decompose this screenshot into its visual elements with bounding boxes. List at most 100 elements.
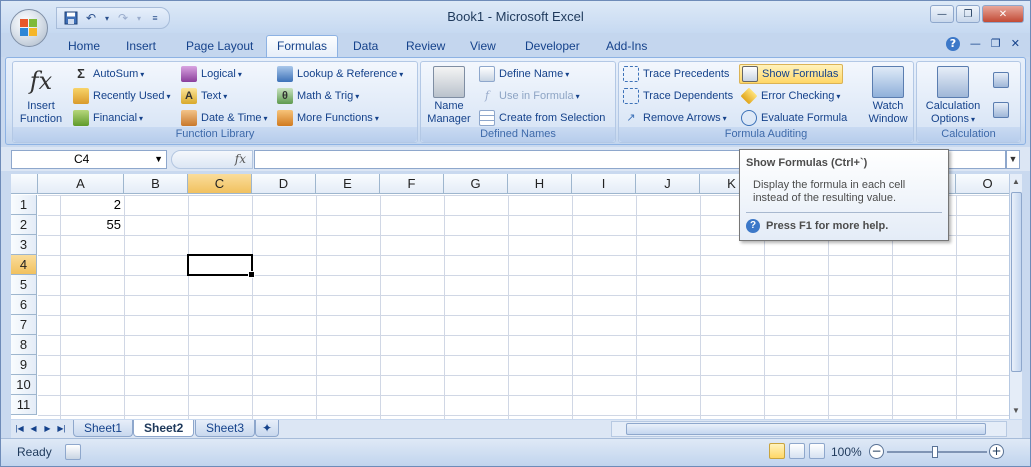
tab-insert[interactable]: Insert	[126, 36, 156, 57]
row-header-2[interactable]: 2	[11, 215, 37, 235]
zoom-slider[interactable]	[887, 446, 987, 458]
office-button[interactable]	[10, 9, 48, 47]
insert-function-button[interactable]: fx Insert Function	[15, 66, 67, 126]
use-in-formula-button[interactable]: f Use in Formula	[479, 86, 580, 106]
calculation-options-button[interactable]: Calculation Options	[919, 66, 987, 126]
function-library-label: Function Library	[13, 127, 417, 142]
workbook-close-button[interactable]: ✕	[1011, 37, 1020, 51]
zoom-slider-knob[interactable]	[932, 446, 938, 458]
financial-button[interactable]: Financial	[73, 108, 143, 128]
row-header-6[interactable]: 6	[11, 295, 37, 315]
calculation-options-label: Calculation Options	[919, 100, 987, 126]
workbook-minimize-button[interactable]: —	[970, 37, 981, 51]
lookup-reference-button[interactable]: Lookup & Reference	[277, 64, 403, 84]
first-sheet-icon[interactable]: |◀	[13, 422, 26, 436]
name-manager-button[interactable]: Name Manager	[423, 66, 475, 126]
vertical-scroll-thumb[interactable]	[1011, 192, 1022, 372]
calculate-now-icon[interactable]	[993, 72, 1009, 88]
page-break-preview-icon[interactable]	[809, 443, 825, 459]
row-header-3[interactable]: 3	[11, 235, 37, 255]
row-header-1[interactable]: 1	[11, 195, 37, 215]
help-icon[interactable]: ?	[945, 37, 960, 51]
name-box[interactable]: C4 ▼	[11, 150, 167, 169]
tab-data[interactable]: Data	[353, 36, 378, 57]
define-name-button[interactable]: Define Name	[479, 64, 569, 84]
column-header-B[interactable]: B	[124, 174, 188, 194]
horizontal-scrollbar[interactable]	[611, 421, 1007, 437]
column-header-F[interactable]: F	[380, 174, 444, 194]
zoom-in-icon[interactable]: +	[989, 444, 1004, 459]
normal-view-icon[interactable]	[769, 443, 785, 459]
vertical-scrollbar[interactable]: ▲ ▼	[1009, 174, 1022, 419]
row-header-11[interactable]: 11	[11, 395, 37, 415]
tab-review[interactable]: Review	[406, 36, 445, 57]
watch-window-button[interactable]: Watch Window	[863, 66, 913, 126]
trace-precedents-button[interactable]: Trace Precedents	[623, 64, 729, 84]
error-checking-button[interactable]: Error Checking	[740, 86, 840, 106]
workbook-restore-button[interactable]: ❐	[991, 37, 1001, 51]
tab-home[interactable]: Home	[68, 36, 100, 57]
column-header-C[interactable]: C	[188, 174, 252, 194]
active-cell-C4[interactable]	[187, 254, 255, 278]
column-header-G[interactable]: G	[444, 174, 508, 194]
last-sheet-icon[interactable]: ▶|	[55, 422, 68, 436]
status-bar: Ready 100% − +	[1, 438, 1030, 466]
scroll-down-icon[interactable]: ▼	[1010, 403, 1022, 419]
row-header-9[interactable]: 9	[11, 355, 37, 375]
sheet-tab-sheet3[interactable]: Sheet3	[195, 420, 256, 437]
tab-developer[interactable]: Developer	[525, 36, 580, 57]
cell-A1[interactable]: 2	[38, 195, 124, 215]
tab-formulas[interactable]: Formulas	[266, 35, 339, 57]
show-formulas-button[interactable]: Show Formulas	[739, 64, 844, 84]
row-header-10[interactable]: 10	[11, 375, 37, 395]
expand-formula-bar-icon[interactable]: ▼	[1006, 150, 1020, 169]
column-header-I[interactable]: I	[572, 174, 636, 194]
zoom-out-icon[interactable]: −	[869, 444, 884, 459]
prev-sheet-icon[interactable]: ◀	[27, 422, 40, 436]
date-time-button[interactable]: Date & Time	[181, 108, 268, 128]
next-sheet-icon[interactable]: ▶	[41, 422, 54, 436]
zoom-level[interactable]: 100%	[831, 445, 862, 459]
column-header-E[interactable]: E	[316, 174, 380, 194]
tab-view[interactable]: View	[470, 36, 496, 57]
insert-worksheet-icon[interactable]: ✦	[255, 420, 280, 437]
restore-button[interactable]: ❐	[956, 5, 980, 23]
column-header-H[interactable]: H	[508, 174, 572, 194]
text-label: Text	[201, 86, 227, 107]
row-header-8[interactable]: 8	[11, 335, 37, 355]
text-button[interactable]: A Text	[181, 86, 227, 106]
tab-page-layout[interactable]: Page Layout	[186, 36, 253, 57]
column-header-D[interactable]: D	[252, 174, 316, 194]
macro-recording-icon[interactable]	[65, 444, 81, 460]
more-functions-button[interactable]: More Functions	[277, 108, 379, 128]
calculate-sheet-icon[interactable]	[993, 102, 1009, 118]
name-box-dropdown-icon[interactable]: ▼	[154, 151, 163, 168]
select-all-corner[interactable]	[11, 174, 38, 194]
page-layout-view-icon[interactable]	[789, 443, 805, 459]
logical-button[interactable]: Logical	[181, 64, 242, 84]
trace-dependents-button[interactable]: Trace Dependents	[623, 86, 733, 106]
minimize-button[interactable]: —	[930, 5, 954, 23]
row-header-4[interactable]: 4	[11, 255, 37, 275]
column-header-A[interactable]: A	[38, 174, 124, 194]
remove-arrows-button[interactable]: ↗ Remove Arrows	[623, 108, 727, 128]
autosum-button[interactable]: Σ AutoSum	[73, 64, 144, 84]
formula-auditing-label: Formula Auditing	[619, 127, 913, 142]
tab-add-ins[interactable]: Add-Ins	[606, 36, 647, 57]
column-header-O[interactable]: O	[956, 174, 1009, 194]
evaluate-formula-button[interactable]: Evaluate Formula	[741, 108, 847, 128]
math-trig-button[interactable]: θ Math & Trig	[277, 86, 359, 106]
insert-function-label: Insert Function	[19, 100, 63, 125]
cell-A2[interactable]: 55	[38, 215, 124, 235]
column-header-J[interactable]: J	[636, 174, 700, 194]
recently-used-button[interactable]: Recently Used	[73, 86, 171, 106]
insert-function-fx-icon[interactable]: fx	[235, 152, 246, 166]
scroll-up-icon[interactable]: ▲	[1010, 174, 1022, 190]
sheet-tab-sheet2[interactable]: Sheet2	[133, 420, 195, 437]
close-button[interactable]: ✕	[982, 5, 1024, 23]
row-header-7[interactable]: 7	[11, 315, 37, 335]
create-from-selection-button[interactable]: Create from Selection	[479, 108, 605, 128]
sheet-tab-sheet1[interactable]: Sheet1	[73, 420, 134, 437]
row-header-5[interactable]: 5	[11, 275, 37, 295]
horizontal-scroll-thumb[interactable]	[626, 423, 986, 435]
